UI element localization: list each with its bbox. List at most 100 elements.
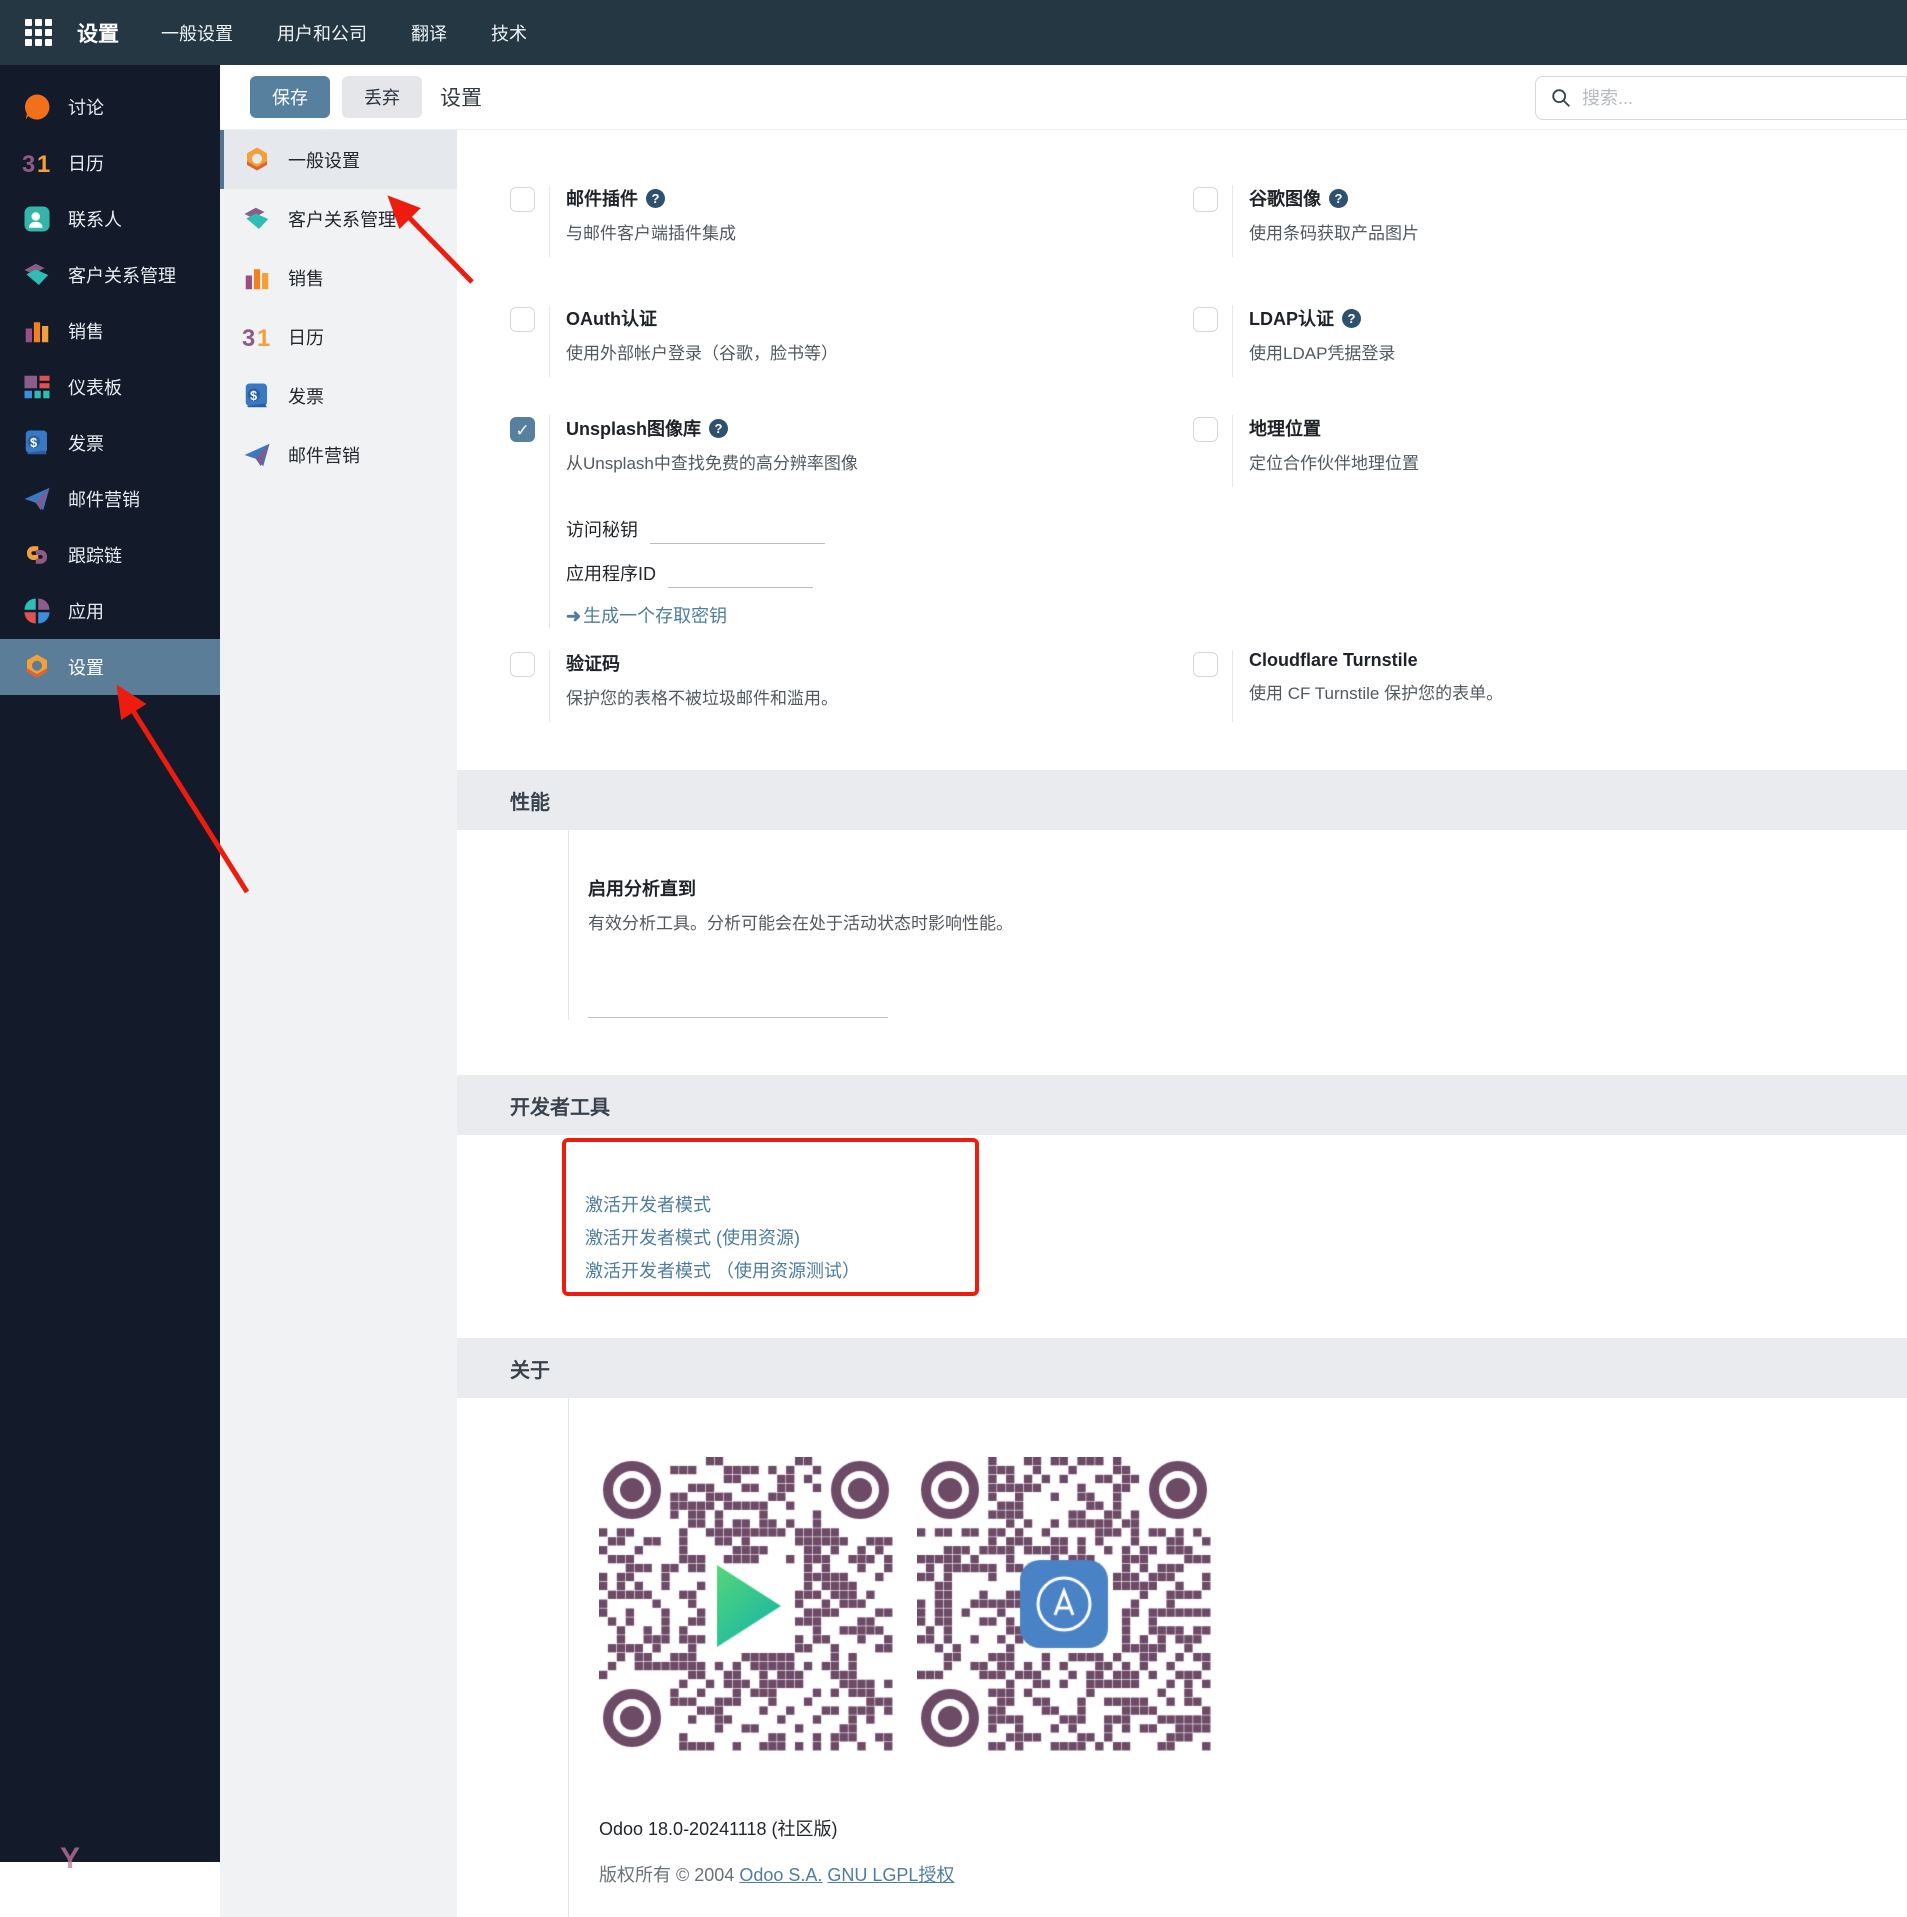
top-menu: 一般设置 用户和公司 翻译 技术 [161,20,527,46]
crm-icon [22,260,52,290]
activate-dev-mode-link[interactable]: 激活开发者模式 [585,1189,1907,1222]
app-store-qr-code [917,1457,1211,1751]
settings-nav-email-marketing[interactable]: 邮件营销 [220,425,457,484]
settings-nav-calendar[interactable]: 31 日历 [220,307,457,366]
crm-icon [242,204,272,234]
recaptcha-checkbox[interactable] [510,652,535,677]
unsplash-checkbox[interactable]: ✓ [510,417,535,442]
setting-geolocation: 地理位置 定位合作伙伴地理位置 [1193,415,1876,650]
generate-access-key-link[interactable]: ➜生成一个存取密钥 [566,602,858,628]
settings-nav-sales[interactable]: 销售 [220,248,457,307]
settings-nav-general[interactable]: 一般设置 [220,130,457,189]
profiling-desc: 有效分析工具。分析可能会在处于活动状态时影响性能。 [588,909,1907,934]
lgpl-link[interactable]: GNU LGPL授权 [827,1865,954,1885]
menu-translations[interactable]: 翻译 [411,20,447,46]
apps-grid-icon[interactable] [25,19,52,46]
setting-cloudflare-turnstile: Cloudflare Turnstile 使用 CF Turnstile 保护您… [1193,650,1876,760]
contacts-icon [22,204,52,234]
google-images-checkbox[interactable] [1193,187,1218,212]
watermark: Y [60,1842,88,1876]
arrow-right-icon: ➜ [566,606,581,626]
help-icon[interactable]: ? [1329,189,1348,208]
menu-technical[interactable]: 技术 [491,20,527,46]
calendar-icon: 31 [22,148,52,178]
menu-general-settings[interactable]: 一般设置 [161,20,233,46]
save-button[interactable]: 保存 [250,76,330,118]
sidebar-item-crm[interactable]: 客户关系管理 [0,247,220,303]
turnstile-checkbox[interactable] [1193,652,1218,677]
sidebar-item-apps[interactable]: 应用 [0,583,220,639]
geolocation-checkbox[interactable] [1193,417,1218,442]
discard-button[interactable]: 丢弃 [342,76,422,118]
ldap-checkbox[interactable] [1193,307,1218,332]
discuss-icon [22,92,52,122]
sidebar-item-calendar[interactable]: 31 日历 [0,135,220,191]
oauth-checkbox[interactable] [510,307,535,332]
copyright-line: 版权所有 © 2004 Odoo S.A. GNU LGPL授权 [599,1861,1907,1887]
invoicing-icon: $ [22,428,52,458]
top-navbar: 设置 一般设置 用户和公司 翻译 技术 [0,0,1907,65]
email-marketing-icon [22,484,52,514]
access-key-input[interactable] [650,518,825,544]
sales-icon [242,263,272,293]
settings-sidebar: 一般设置 客户关系管理 销售 31 日历 $ 发票 [220,130,457,1917]
svg-text:1: 1 [257,324,270,351]
setting-mail-plugin: 邮件插件? 与邮件客户端插件集成 [510,185,1193,305]
developer-links: 激活开发者模式 激活开发者模式 (使用资源) 激活开发者模式 （使用资源测试） [585,1189,1907,1288]
search-input[interactable] [1582,88,1862,109]
search-box[interactable] [1535,76,1907,120]
about-block: Odoo 18.0-20241118 (社区版) 版权所有 © 2004 Odo… [568,1398,1907,1917]
setting-recaptcha: 验证码 保护您的表格不被垃圾邮件和滥用。 [510,650,1193,760]
access-key-label: 访问秘钥 [566,516,638,544]
setting-google-images: 谷歌图像? 使用条码获取产品图片 [1193,185,1876,305]
activate-dev-mode-assets-link[interactable]: 激活开发者模式 (使用资源) [585,1222,1907,1255]
apps-icon [22,596,52,626]
general-settings-icon [242,145,272,175]
sidebar-item-invoicing[interactable]: $ 发票 [0,415,220,471]
svg-text:$: $ [30,436,37,450]
section-about: 关于 [457,1338,1907,1398]
svg-text:$: $ [250,388,257,402]
svg-text:3: 3 [22,151,35,178]
sidebar-item-sales[interactable]: 销售 [0,303,220,359]
google-play-qr-code [599,1457,893,1751]
settings-nav-crm[interactable]: 客户关系管理 [220,189,457,248]
help-icon[interactable]: ? [1342,309,1361,328]
sidebar-item-email-marketing[interactable]: 邮件营销 [0,471,220,527]
sidebar-item-settings[interactable]: 设置 [0,639,220,695]
sidebar-item-discuss[interactable]: 讨论 [0,79,220,135]
calendar-icon: 31 [242,322,272,352]
app-id-input[interactable] [668,562,813,588]
help-icon[interactable]: ? [709,419,728,438]
profiling-until-input[interactable] [588,992,888,1018]
menu-users-companies[interactable]: 用户和公司 [277,20,367,46]
activate-dev-mode-tests-link[interactable]: 激活开发者模式 （使用资源测试） [585,1255,1907,1288]
sidebar-item-dashboards[interactable]: 仪表板 [0,359,220,415]
settings-main: 邮件插件? 与邮件客户端插件集成 谷歌图像? 使用条码获取产品图片 [457,130,1907,1917]
mail-plugin-checkbox[interactable] [510,187,535,212]
sidebar-item-link-tracker[interactable]: 跟踪链 [0,527,220,583]
section-developer-tools: 开发者工具 [457,1075,1907,1135]
search-icon [1550,87,1572,109]
settings-nav-invoicing[interactable]: $ 发票 [220,366,457,425]
app-title[interactable]: 设置 [77,18,119,48]
dashboard-icon [22,372,52,402]
svg-text:1: 1 [37,151,50,178]
setting-ldap: LDAP认证? 使用LDAP凭据登录 [1193,305,1876,415]
help-icon[interactable]: ? [646,189,665,208]
setting-unsplash: ✓ Unsplash图像库? 从Unsplash中查找免费的高分辨率图像 访问秘… [510,415,1193,650]
section-performance: 性能 [457,770,1907,830]
invoicing-icon: $ [242,381,272,411]
profiling-label: 启用分析直到 [588,875,1907,901]
setting-oauth: OAuth认证 使用外部帐户登录（谷歌，脸书等） [510,305,1193,415]
email-marketing-icon [242,440,272,470]
app-sidebar: 讨论 31 日历 联系人 客户关系管理 销售 仪表板 $ 发票 邮件营销 [0,65,220,1862]
performance-block: 启用分析直到 有效分析工具。分析可能会在处于活动状态时影响性能。 [568,830,1907,1020]
sidebar-item-contacts[interactable]: 联系人 [0,191,220,247]
odoo-sa-link[interactable]: Odoo S.A. [739,1865,822,1885]
settings-icon [22,652,52,682]
sales-icon [22,316,52,346]
breadcrumb: 设置 [440,82,482,112]
control-panel: 保存 丢弃 设置 [220,65,1907,130]
app-id-label: 应用程序ID [566,560,656,588]
